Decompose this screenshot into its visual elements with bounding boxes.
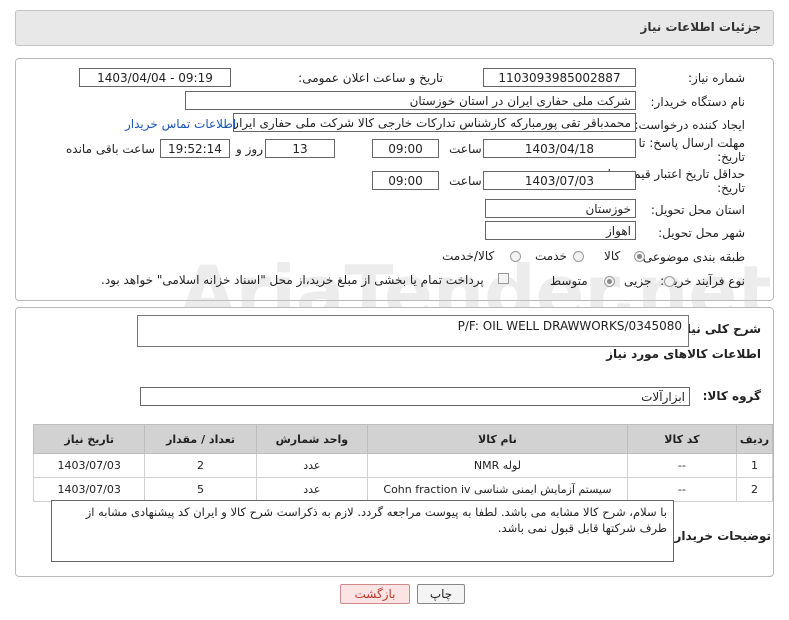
cell-row-number: 1 (735, 453, 774, 478)
col-header-goods-code: کد کالا (626, 424, 737, 454)
goods-table: ردیف کد کالا نام کالا واحد شمارش تعداد /… (32, 424, 774, 502)
contact-info-link[interactable]: اطلاعات تماس خریدار (125, 117, 236, 131)
table-row: 2 -- سیستم آزمایش ایمنی شناسی Cohn fract… (32, 477, 774, 502)
days-label: روز و (236, 142, 263, 156)
remaining-time-field: 19:52:14 (160, 139, 230, 158)
category-radio-goods[interactable] (634, 251, 645, 262)
remaining-time-label: ساعت باقی مانده (66, 142, 156, 156)
cell-goods-name: سیستم آزمایش ایمنی شناسی Cohn fraction i… (367, 477, 628, 502)
back-button[interactable]: بازگشت (340, 584, 410, 604)
validity-time-label: ساعت (449, 174, 482, 188)
cell-unit: عدد (255, 477, 369, 502)
col-header-goods-name: نام کالا (367, 424, 628, 454)
announce-field: 1403/04/04 - 09:19 (79, 68, 231, 87)
announce-label: تاریخ و ساعت اعلان عمومی: (298, 71, 443, 85)
category-option-service: خدمت (535, 249, 567, 263)
process-radio-minor[interactable] (664, 276, 675, 287)
validity-date-field: 1403/07/03 (483, 171, 636, 190)
summary-text: P/F: OIL WELL DRAWWORKS/0345080 (457, 319, 682, 333)
cell-goods-name: لوله NMR (367, 453, 628, 478)
cell-need-date: 1403/07/03 (32, 453, 146, 478)
deadline-time-field: 09:00 (372, 139, 439, 158)
page-header: جزئیات اطلاعات نیاز (15, 10, 774, 46)
process-radio-medium[interactable] (604, 276, 615, 287)
print-button[interactable]: چاپ (417, 584, 465, 604)
province-field: خوزستان (485, 199, 636, 218)
buyer-org-field: شرکت ملی حفاری ایران در استان خوزستان (185, 91, 636, 110)
col-header-unit: واحد شمارش (255, 424, 369, 454)
deadline-label: مهلت ارسال پاسخ: تا (638, 136, 745, 150)
process-option-minor: جزیی (624, 274, 652, 288)
days-remaining-field: 13 (265, 139, 335, 158)
goods-info-title: اطلاعات کالاهای مورد نیاز (606, 347, 761, 361)
buyer-notes-text: با سلام، شرح کالا مشابه می باشد. لطفا به… (85, 505, 667, 535)
cell-need-date: 1403/07/03 (32, 477, 146, 502)
cell-row-number: 2 (735, 477, 774, 502)
buyer-org-label: نام دستگاه خریدار: (650, 95, 746, 109)
deadline-time-label: ساعت (449, 142, 482, 156)
need-number-label: شماره نیاز: (688, 71, 745, 85)
city-field: اهواز (485, 221, 636, 240)
process-option-medium: متوسط (550, 274, 588, 288)
category-radio-service[interactable] (573, 251, 584, 262)
deadline-date-label: تاریخ: (717, 150, 745, 164)
cell-quantity: 5 (144, 477, 257, 502)
table-row: 1 -- لوله NMR عدد 2 1403/07/03 (32, 453, 774, 478)
requester-label: ایجاد کننده درخواست: (634, 118, 745, 132)
treasury-payment-checkbox[interactable] (498, 273, 509, 284)
province-label: استان محل تحویل: (650, 203, 745, 217)
goods-group-label: گروه کالا: (702, 389, 761, 403)
cell-unit: عدد (255, 453, 369, 478)
deadline-date-field: 1403/04/18 (483, 139, 636, 158)
category-radio-goods-service[interactable] (510, 251, 521, 262)
validity-date-label: تاریخ: (717, 181, 745, 195)
category-label: طبقه بندی موضوعی: (638, 250, 745, 264)
cell-quantity: 2 (144, 453, 257, 478)
cell-goods-code: -- (626, 453, 737, 478)
requester-field: محمدباقر تقی پورمبارکه کارشناس تدارکات خ… (233, 113, 636, 132)
category-option-goods: کالا (604, 249, 621, 263)
city-label: شهر محل تحویل: (658, 226, 745, 240)
summary-field: P/F: OIL WELL DRAWWORKS/0345080 (137, 315, 689, 347)
treasury-payment-note: پرداخت تمام یا بخشی از مبلغ خرید،از محل … (101, 273, 484, 287)
cell-goods-code: -- (626, 477, 737, 502)
need-number-field: 1103093985002887 (483, 68, 636, 87)
validity-time-field: 09:00 (372, 171, 439, 190)
col-header-row-number: ردیف (735, 424, 774, 454)
col-header-quantity: تعداد / مقدار (144, 424, 257, 454)
col-header-need-date: تاریخ نیاز (32, 424, 146, 454)
category-option-goods-service: کالا/خدمت (442, 249, 495, 263)
page-title: جزئیات اطلاعات نیاز (640, 20, 761, 34)
goods-group-field: ابزارآلات (140, 387, 690, 406)
buyer-notes-field: با سلام، شرح کالا مشابه می باشد. لطفا به… (51, 500, 674, 562)
table-header-row: ردیف کد کالا نام کالا واحد شمارش تعداد /… (32, 424, 774, 454)
buyer-notes-label: توضیحات خریدار: (669, 529, 771, 543)
